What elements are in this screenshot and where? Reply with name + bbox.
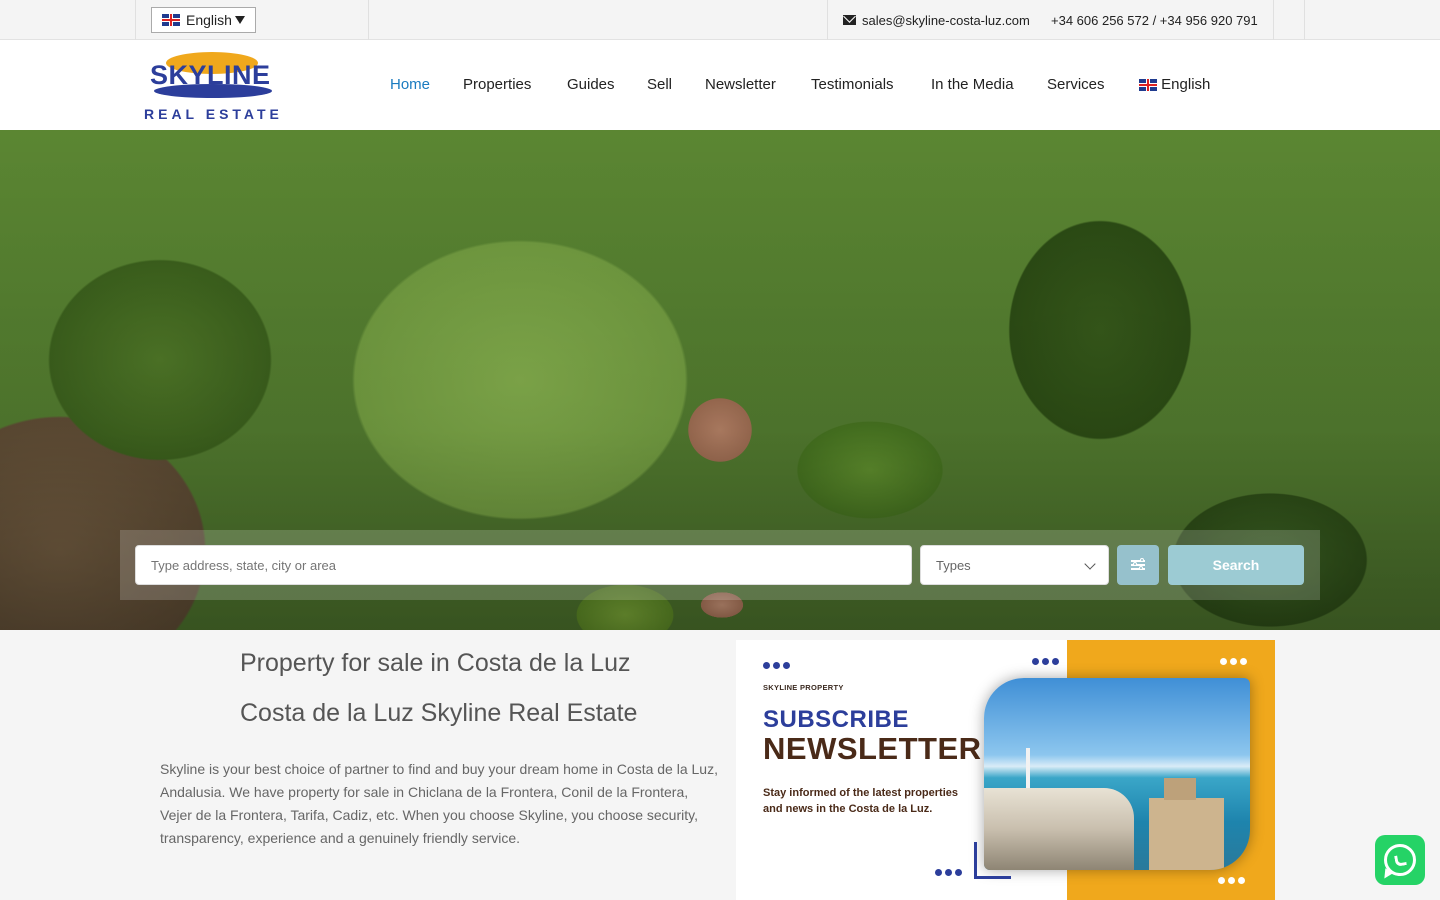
coastal-city-photo (984, 678, 1250, 870)
email-text: sales@skyline-costa-luz.com (862, 12, 1030, 28)
hero-video: Types Search (0, 130, 1440, 630)
photo-fort (1149, 778, 1224, 870)
nav-in-the-media[interactable]: In the Media (931, 76, 1014, 93)
dots-decoration (1220, 658, 1247, 665)
search-button[interactable]: Search (1168, 545, 1304, 585)
divider (827, 0, 828, 40)
page-subtitle: Costa de la Luz Skyline Real Estate (240, 699, 638, 727)
contact-phones[interactable]: +34 606 256 572 / +34 956 920 791 (1051, 0, 1258, 40)
banner-subscribe: SUBSCRIBE (763, 706, 909, 733)
envelope-icon (843, 15, 856, 25)
whatsapp-icon (1384, 844, 1416, 876)
nav-language-label: English (1161, 76, 1211, 93)
nav-newsletter[interactable]: Newsletter (705, 76, 776, 93)
nav-testimonials[interactable]: Testimonials (811, 76, 894, 93)
intro-text: Skyline is your best choice of partner t… (160, 761, 718, 846)
corner-decoration (974, 842, 1011, 879)
phones-text: +34 606 256 572 / +34 956 920 791 (1051, 12, 1258, 28)
nav-language[interactable]: English (1139, 76, 1210, 93)
divider (368, 0, 369, 40)
nav-home[interactable]: Home (390, 76, 430, 93)
photo-tower (1026, 748, 1030, 793)
language-select-label: English (186, 12, 232, 28)
nav-properties[interactable]: Properties (463, 76, 531, 93)
logo-line2: REAL ESTATE (144, 106, 283, 122)
language-select[interactable]: English (151, 7, 256, 33)
uk-flag-icon (162, 14, 180, 26)
page-title: Property for sale in Costa de la Luz (240, 649, 631, 677)
caret-down-icon (235, 16, 245, 24)
main-header: SKYLINE REAL ESTATE Home Properties Guid… (0, 40, 1440, 130)
chevron-down-icon (1084, 558, 1096, 570)
banner-newsletter: NEWSLETTER (763, 731, 982, 766)
divider (1304, 0, 1305, 40)
dots-decoration (763, 662, 790, 669)
dots-decoration (935, 869, 962, 876)
divider (135, 0, 136, 40)
newsletter-banner[interactable]: SKYLINE PROPERTY SUBSCRIBE NEWSLETTER St… (736, 640, 1275, 900)
types-select-label: Types (936, 557, 971, 573)
nav-services[interactable]: Services (1047, 76, 1105, 93)
banner-brand: SKYLINE PROPERTY (763, 683, 844, 692)
contact-email[interactable]: sales@skyline-costa-luz.com (843, 0, 1030, 40)
search-bar: Types Search (120, 530, 1320, 600)
advanced-filters-button[interactable] (1117, 545, 1159, 585)
whatsapp-button[interactable] (1375, 835, 1425, 885)
site-logo[interactable]: SKYLINE REAL ESTATE (140, 48, 290, 124)
dots-decoration (1218, 877, 1245, 884)
top-bar: English sales@skyline-costa-luz.com +34 … (0, 0, 1440, 40)
uk-flag-icon (1139, 79, 1157, 92)
banner-text: Stay informed of the latest properties a… (763, 787, 958, 815)
nav-sell[interactable]: Sell (647, 76, 672, 93)
types-select[interactable]: Types (920, 545, 1109, 585)
logo-line1: SKYLINE (150, 60, 271, 90)
divider (1273, 0, 1274, 40)
dots-decoration (1032, 658, 1059, 665)
search-input[interactable] (135, 545, 912, 585)
nav-guides[interactable]: Guides (567, 76, 615, 93)
phone-icon (1394, 854, 1407, 867)
